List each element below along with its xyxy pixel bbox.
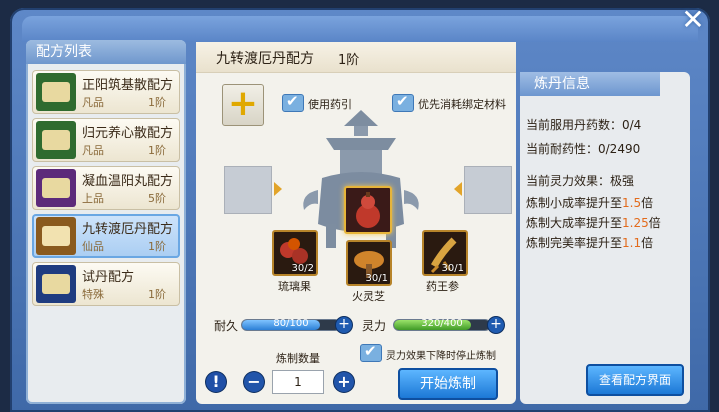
recipe-level: 5阶	[148, 192, 166, 205]
stop-on-drop-checkbox[interactable]	[360, 342, 382, 362]
recipe-list-item[interactable]: 归元养心散配方 凡品 1阶	[32, 118, 180, 162]
window-title-bar	[22, 16, 698, 42]
ingredient-name: 药王参	[426, 280, 459, 293]
recipe-list-panel: 配方列表 正阳筑基散配方 凡品 1阶 归元养心散配方 凡品 1阶 凝血温阳丸配方…	[26, 40, 186, 404]
recipe-title: 九转渡厄丹配方	[216, 51, 314, 67]
quantity-input[interactable]: 1	[272, 370, 324, 394]
result-pill-slot[interactable]	[344, 186, 392, 234]
perfect-rate: 炼制完美率提升至1.1倍	[526, 234, 653, 251]
scroll-icon	[36, 73, 76, 111]
recipe-grade: 凡品	[82, 144, 104, 157]
recipe-grade: 凡品	[82, 96, 104, 109]
help-button[interactable]: !	[206, 372, 226, 392]
recipe-list-item[interactable]: 凝血温阳丸配方 上品 5阶	[32, 166, 180, 210]
big-rate: 炼制大成率提升至1.25倍	[526, 214, 661, 231]
recipe-level: 1阶	[148, 240, 166, 253]
refining-info-panel: 炼丹信息 当前服用丹药数：0/4 当前耐药性：0/2490 当前灵力效果：极强 …	[520, 72, 690, 404]
recipe-name: 凝血温阳丸配方	[82, 174, 174, 189]
quantity-plus-button[interactable]: +	[334, 372, 354, 392]
ingredient-count: 30/1	[365, 273, 388, 284]
spirit-bar: 320/400	[394, 318, 490, 330]
quantity-label: 炼制数量	[276, 352, 320, 365]
small-rate: 炼制小成率提升至1.5倍	[526, 194, 653, 211]
recipe-level: 1阶	[338, 53, 360, 68]
small-rate-value: 1.5	[622, 196, 642, 210]
pill-count: 当前服用丹药数：0/4	[526, 118, 642, 132]
recipe-grade: 仙品	[82, 240, 104, 253]
durability-bar: 80/100	[242, 318, 340, 330]
recipe-level: 1阶	[148, 144, 166, 157]
spirit-plus-button[interactable]: +	[488, 317, 504, 333]
recipe-list-item[interactable]: 试丹配方 特殊 1阶	[32, 262, 180, 306]
spirit-value: 320/400	[421, 318, 463, 329]
ingredient-name: 火灵芝	[352, 290, 385, 303]
recipe-list-item[interactable]: 正阳筑基散配方 凡品 1阶	[32, 70, 180, 114]
scroll-icon	[36, 217, 76, 255]
big-rate-value: 1.25	[622, 216, 649, 230]
ingredient-name: 琉璃果	[278, 280, 311, 293]
recipe-list-item-selected[interactable]: 九转渡厄丹配方 仙品 1阶	[32, 214, 180, 258]
rate-suffix: 倍	[641, 196, 654, 210]
tolerance: 当前耐药性：0/2490	[526, 142, 641, 156]
ingredient-slot[interactable]: 30/1	[346, 240, 392, 286]
side-slot-left[interactable]	[224, 166, 272, 214]
side-slot-right[interactable]	[464, 166, 512, 214]
close-icon[interactable]: ✕	[679, 6, 707, 34]
durability-value: 80/100	[273, 318, 309, 329]
stop-on-drop-label: 灵力效果下降时停止炼制	[386, 351, 496, 362]
big-rate-text: 炼制大成率提升至	[526, 216, 623, 230]
arrow-right-icon	[274, 182, 282, 196]
view-recipe-button[interactable]: 查看配方界面	[586, 364, 684, 396]
rate-suffix: 倍	[641, 236, 654, 250]
spirit-label: 灵力	[362, 319, 387, 333]
info-title: 炼丹信息	[520, 72, 660, 96]
recipe-level: 1阶	[148, 96, 166, 109]
recipe-list-title: 配方列表	[26, 40, 186, 64]
quantity-minus-button[interactable]: −	[244, 372, 264, 392]
recipe-name: 试丹配方	[82, 270, 135, 285]
start-refining-button[interactable]: 开始炼制	[398, 368, 498, 400]
recipe-grade: 上品	[82, 192, 104, 205]
bind-first-label: 优先消耗绑定材料	[418, 98, 506, 111]
recipe-grade: 特殊	[82, 288, 104, 301]
add-guide-button[interactable]: +	[222, 83, 264, 126]
help-icon: !	[212, 372, 220, 391]
ingredient-slot[interactable]: 30/2	[272, 230, 318, 276]
gourd-icon	[356, 192, 380, 228]
small-rate-text: 炼制小成率提升至	[526, 196, 623, 210]
arrow-left-icon	[454, 182, 462, 196]
recipe-detail-panel: 九转渡厄丹配方 1阶 + 使用药引 优先消耗绑定材料 30/2 琉璃果 30/1…	[196, 42, 516, 404]
perfect-rate-text: 炼制完美率提升至	[526, 236, 623, 250]
spirit-effect: 当前灵力效果：极强	[526, 174, 635, 188]
perfect-rate-value: 1.1	[622, 236, 642, 250]
recipe-name: 正阳筑基散配方	[82, 78, 174, 93]
recipe-name: 归元养心散配方	[82, 126, 174, 141]
plus-icon: +	[227, 83, 259, 124]
scroll-icon	[36, 121, 76, 159]
recipe-header: 九转渡厄丹配方 1阶	[196, 42, 516, 73]
ingredient-count: 30/1	[441, 263, 464, 274]
ingredient-count: 30/2	[291, 263, 314, 274]
recipe-level: 1阶	[148, 288, 166, 301]
scroll-icon	[36, 265, 76, 303]
durability-label: 耐久	[214, 319, 239, 333]
durability-plus-button[interactable]: +	[336, 317, 352, 333]
ingredient-slot[interactable]: 30/1	[422, 230, 468, 276]
rate-suffix: 倍	[648, 216, 661, 230]
recipe-name: 九转渡厄丹配方	[82, 222, 174, 237]
scroll-icon	[36, 169, 76, 207]
